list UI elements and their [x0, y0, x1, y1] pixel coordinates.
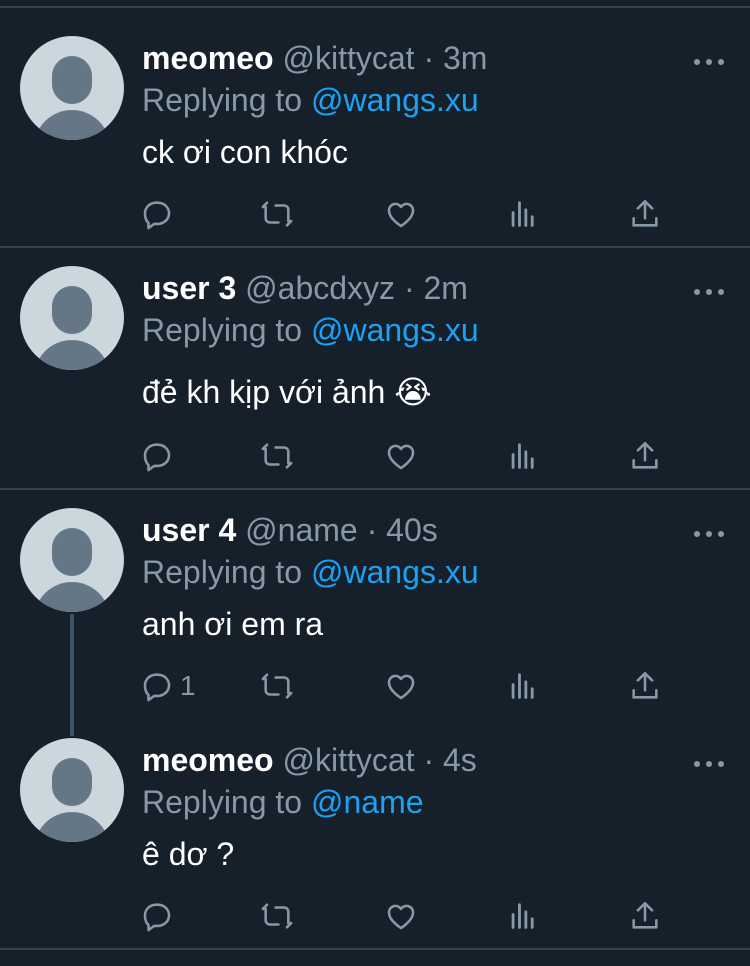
display-name[interactable]: user 4 [142, 512, 236, 548]
action-bar [140, 438, 680, 474]
replying-to: Replying to @wangs.xu [142, 80, 479, 120]
tweet[interactable]: user 4 @name · 40s Replying to @wangs.xu… [0, 480, 750, 712]
separator-dot: · [366, 512, 378, 548]
share-button[interactable] [628, 196, 662, 232]
user-handle[interactable]: @kittycat [282, 742, 414, 778]
reply-icon [143, 673, 171, 702]
reply-count: 1 [180, 670, 196, 701]
share-button[interactable] [628, 898, 662, 934]
user-handle[interactable]: @kittycat [282, 40, 414, 76]
retweet-button[interactable] [260, 196, 294, 232]
analytics-button[interactable] [506, 438, 540, 474]
tweet-text: đẻ kh kịp với ảnh 😭 [142, 374, 432, 410]
tweet-header: meomeo @kittycat · 3m [142, 38, 487, 78]
tweet[interactable]: user 3 @abcdxyz · 2m Replying to @wangs.… [0, 238, 750, 490]
tweet-text: ck ơi con khóc [142, 134, 348, 170]
replying-to: Replying to @wangs.xu [142, 310, 479, 350]
tweet-text: ê dơ ? [142, 836, 235, 872]
mention-link[interactable]: @wangs.xu [311, 82, 479, 118]
avatar[interactable] [20, 266, 124, 370]
timestamp[interactable]: 40s [386, 512, 438, 548]
analytics-icon [511, 443, 534, 469]
avatar[interactable] [20, 508, 124, 612]
like-button[interactable] [384, 438, 418, 474]
analytics-icon [511, 201, 534, 227]
action-bar [140, 196, 680, 232]
timestamp[interactable]: 4s [443, 742, 477, 778]
tweet-divider [0, 948, 750, 950]
reply-button[interactable]: 1 [140, 668, 196, 704]
like-button[interactable] [384, 668, 418, 704]
display-name[interactable]: meomeo [142, 742, 274, 778]
reply-button[interactable] [140, 898, 180, 934]
reply-button[interactable] [140, 438, 180, 474]
like-icon [387, 904, 415, 930]
avatar[interactable] [20, 738, 124, 842]
display-name[interactable]: meomeo [142, 40, 274, 76]
avatar[interactable] [20, 36, 124, 140]
share-icon [632, 441, 658, 469]
like-icon [387, 674, 415, 700]
share-icon [632, 671, 658, 699]
user-handle[interactable]: @abcdxyz [245, 270, 395, 306]
analytics-button[interactable] [506, 196, 540, 232]
analytics-icon [511, 903, 534, 929]
separator-dot: · [403, 270, 415, 306]
separator-dot: · [423, 40, 435, 76]
tweet[interactable]: meomeo @kittycat · 3m Replying to @wangs… [0, 8, 750, 248]
like-button[interactable] [384, 196, 418, 232]
share-button[interactable] [628, 668, 662, 704]
tweet-header: user 3 @abcdxyz · 2m [142, 268, 468, 308]
mention-link[interactable]: @wangs.xu [311, 312, 479, 348]
action-bar [140, 898, 680, 934]
display-name[interactable]: user 3 [142, 270, 236, 306]
separator-dot: · [423, 742, 435, 778]
more-icon[interactable] [694, 524, 724, 544]
replying-prefix: Replying to [142, 312, 303, 348]
user-handle[interactable]: @name [245, 512, 358, 548]
tweet-text: anh ơi em ra [142, 606, 324, 642]
more-icon[interactable] [694, 282, 724, 302]
reply-icon [143, 443, 171, 472]
replying-prefix: Replying to [142, 554, 303, 590]
timestamp[interactable]: 3m [443, 40, 487, 76]
tweet[interactable]: meomeo @kittycat · 4s Replying to @name … [0, 710, 750, 966]
more-icon[interactable] [694, 754, 724, 774]
tweet-header: meomeo @kittycat · 4s [142, 740, 477, 780]
share-icon [632, 199, 658, 227]
analytics-button[interactable] [506, 898, 540, 934]
replying-prefix: Replying to [142, 784, 303, 820]
replying-to: Replying to @name [142, 782, 424, 822]
share-icon [632, 901, 658, 929]
retweet-icon [261, 201, 293, 227]
reply-icon [143, 903, 171, 932]
share-button[interactable] [628, 438, 662, 474]
analytics-icon [511, 673, 534, 699]
reply-button[interactable] [140, 196, 180, 232]
like-icon [387, 444, 415, 470]
mention-link[interactable]: @name [311, 784, 424, 820]
retweet-icon [261, 443, 293, 469]
timestamp[interactable]: 2m [423, 270, 467, 306]
more-icon[interactable] [694, 52, 724, 72]
action-bar: 1 [140, 668, 680, 704]
retweet-button[interactable] [260, 898, 294, 934]
reply-icon [143, 201, 171, 230]
like-icon [387, 202, 415, 228]
retweet-icon [261, 673, 293, 699]
analytics-button[interactable] [506, 668, 540, 704]
tweet-header: user 4 @name · 40s [142, 510, 438, 550]
replying-prefix: Replying to [142, 82, 303, 118]
like-button[interactable] [384, 898, 418, 934]
mention-link[interactable]: @wangs.xu [311, 554, 479, 590]
replying-to: Replying to @wangs.xu [142, 552, 479, 592]
retweet-button[interactable] [260, 668, 294, 704]
retweet-button[interactable] [260, 438, 294, 474]
retweet-icon [261, 903, 293, 929]
